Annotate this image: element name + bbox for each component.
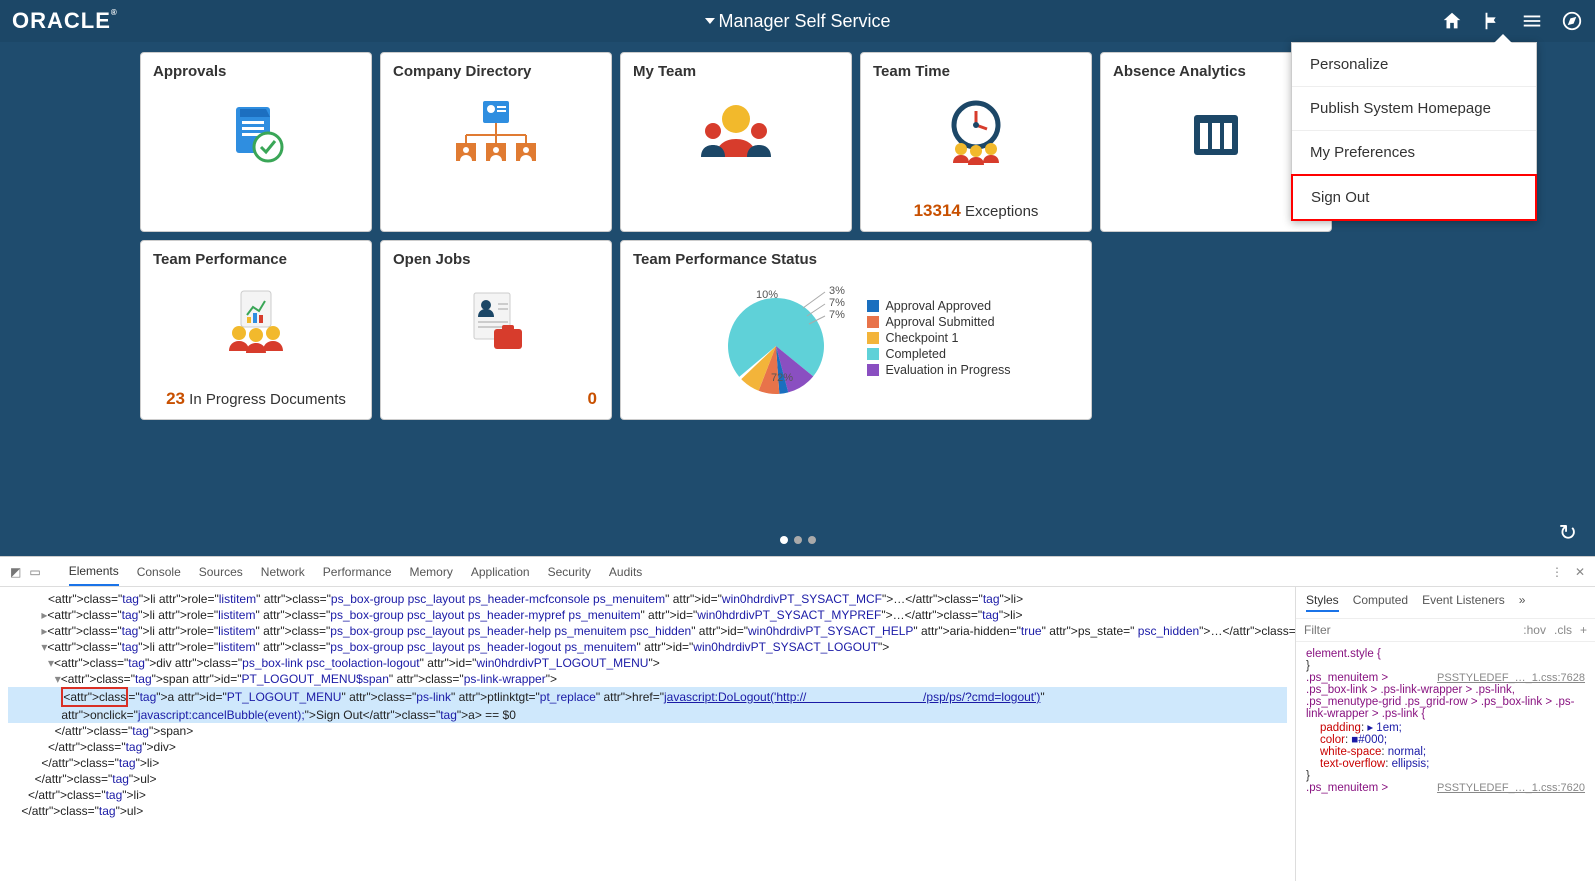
directory-icon <box>393 80 599 190</box>
tab-security[interactable]: Security <box>548 559 591 585</box>
menu-icon[interactable] <box>1521 10 1543 32</box>
tab-elements[interactable]: Elements <box>69 558 119 586</box>
side-tab-computed[interactable]: Computed <box>1353 593 1408 612</box>
header-bar: ORACLE® Manager Self Service <box>0 0 1595 42</box>
oracle-logo: ORACLE® <box>12 8 118 34</box>
tile-title: Team Performance Status <box>633 251 1079 268</box>
my-team-icon <box>633 80 839 190</box>
tile-title: Company Directory <box>393 63 599 80</box>
refresh-icon[interactable]: ↻ <box>1559 520 1577 546</box>
tile-team-performance-status[interactable]: Team Performance Status 72%10%3%7%7% App… <box>620 240 1092 420</box>
tile-title: Approvals <box>153 63 359 80</box>
flag-icon[interactable] <box>1481 10 1503 32</box>
tile-footer: 0 <box>381 389 611 409</box>
side-tab-listeners[interactable]: Event Listeners <box>1422 593 1505 612</box>
devtools-tabs: ◩ ▭ Elements Console Sources Network Per… <box>0 557 1595 587</box>
add-rule-icon[interactable]: + <box>1580 623 1587 637</box>
hov-toggle[interactable]: :hov <box>1523 623 1546 637</box>
svg-text:3%: 3% <box>829 285 845 297</box>
app-area: ORACLE® Manager Self Service Personalize… <box>0 0 1595 556</box>
svg-text:10%: 10% <box>756 289 778 301</box>
tile-title: Absence Analytics <box>1113 63 1319 80</box>
menu-publish-homepage[interactable]: Publish System Homepage <box>1292 87 1536 131</box>
dot-3[interactable] <box>808 536 816 544</box>
approvals-icon <box>153 80 359 190</box>
menu-personalize[interactable]: Personalize <box>1292 43 1536 87</box>
home-icon[interactable] <box>1441 10 1463 32</box>
tile-title: Team Performance <box>153 251 359 268</box>
pie-chart: 72%10%3%7%7% Approval ApprovedApproval S… <box>633 268 1079 408</box>
chart-legend: Approval ApprovedApproval SubmittedCheck… <box>867 297 1010 379</box>
devtools-more-icon[interactable]: ⋮ <box>1551 565 1563 579</box>
inspect-element-icon[interactable]: ◩ <box>10 565 21 579</box>
dot-1[interactable] <box>780 536 788 544</box>
tile-team-time[interactable]: Team Time 13314 Exceptions <box>860 52 1092 232</box>
styles-filter-input[interactable] <box>1304 623 1515 637</box>
tile-my-team[interactable]: My Team <box>620 52 852 232</box>
tab-performance[interactable]: Performance <box>323 559 392 585</box>
tile-company-directory[interactable]: Company Directory <box>380 52 612 232</box>
devtools: ◩ ▭ Elements Console Sources Network Per… <box>0 556 1595 881</box>
header-actions <box>1441 10 1583 32</box>
svg-text:7%: 7% <box>829 309 845 321</box>
open-jobs-icon <box>393 268 599 378</box>
team-time-icon <box>873 80 1079 190</box>
tab-memory[interactable]: Memory <box>410 559 453 585</box>
tile-footer: 23 In Progress Documents <box>141 389 371 409</box>
page-dots[interactable] <box>780 536 816 544</box>
compass-icon[interactable] <box>1561 10 1583 32</box>
menu-my-preferences[interactable]: My Preferences <box>1292 131 1536 175</box>
tab-application[interactable]: Application <box>471 559 530 585</box>
tile-title: My Team <box>633 63 839 80</box>
team-perf-icon <box>153 268 359 378</box>
absence-icon <box>1113 80 1319 190</box>
menu-sign-out[interactable]: Sign Out <box>1291 174 1537 221</box>
css-rules[interactable]: element.style { } PSSTYLEDEF_…_1.css:762… <box>1296 642 1595 800</box>
svg-text:72%: 72% <box>771 372 793 384</box>
tab-console[interactable]: Console <box>137 559 181 585</box>
side-tab-styles[interactable]: Styles <box>1306 593 1339 612</box>
tile-team-performance[interactable]: Team Performance 23 In Progress Document… <box>140 240 372 420</box>
actions-menu: Personalize Publish System Homepage My P… <box>1291 42 1537 221</box>
dot-2[interactable] <box>794 536 802 544</box>
tab-sources[interactable]: Sources <box>199 559 243 585</box>
cls-toggle[interactable]: .cls <box>1554 623 1572 637</box>
svg-text:7%: 7% <box>829 297 845 309</box>
dom-tree[interactable]: <attr">class="tag">li attr">role="listit… <box>0 587 1295 881</box>
page-title[interactable]: Manager Self Service <box>704 11 890 32</box>
dropdown-caret-icon <box>704 18 714 24</box>
tile-open-jobs[interactable]: Open Jobs 0 <box>380 240 612 420</box>
styles-panel: Styles Computed Event Listeners » :hov .… <box>1295 587 1595 881</box>
side-tab-more-icon[interactable]: » <box>1519 593 1526 612</box>
tab-network[interactable]: Network <box>261 559 305 585</box>
device-toggle-icon[interactable]: ▭ <box>29 565 40 579</box>
tab-audits[interactable]: Audits <box>609 559 642 585</box>
tile-footer: 13314 Exceptions <box>861 201 1091 221</box>
tile-approvals[interactable]: Approvals <box>140 52 372 232</box>
devtools-close-icon[interactable]: ✕ <box>1575 565 1585 579</box>
tile-title: Team Time <box>873 63 1079 80</box>
tile-title: Open Jobs <box>393 251 599 268</box>
